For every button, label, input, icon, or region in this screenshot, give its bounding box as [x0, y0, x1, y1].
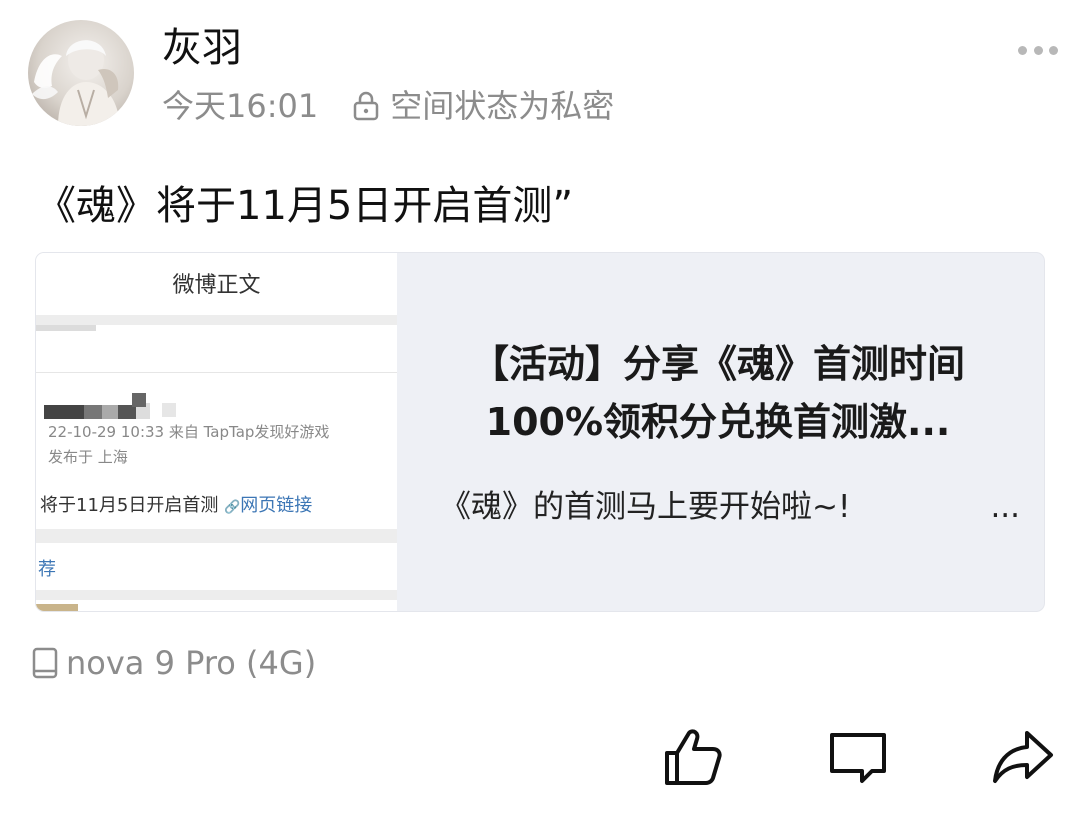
thumbnail-date: 22-10-29 10:33 来自 TapTap发现好游戏 — [48, 423, 330, 441]
pixelated-username — [162, 403, 176, 417]
thumbnail-divider — [36, 590, 397, 600]
card-thumbnail: 微博正文 22-10-29 10:33 来自 TapTap发现好游戏 发布于 上… — [36, 253, 397, 611]
more-dot — [1049, 45, 1058, 55]
thumbnail-body-text: 将于11月5日开启首测 — [40, 495, 219, 516]
pixelated-username — [102, 405, 118, 419]
thumbnail-image — [36, 604, 78, 611]
thumbnail-link-text: 网页链接 — [240, 495, 313, 516]
blurred-text — [36, 325, 96, 331]
comment-icon — [830, 733, 886, 783]
more-icon[interactable] — [1018, 38, 1058, 62]
pixelated-username — [84, 405, 102, 419]
thumbs-up-icon — [665, 729, 722, 785]
avatar-image — [32, 40, 120, 126]
more-dot — [1033, 45, 1043, 55]
post-meta: 今天16:01 空间状态为私密 — [162, 84, 614, 128]
link-icon: 🔗 — [224, 500, 241, 515]
post-text: 《魂》将于11月5日开启首测” — [36, 183, 574, 229]
avatar[interactable] — [28, 20, 134, 126]
thumbnail-link: 🔗网页链接 — [224, 495, 312, 516]
device-name: nova 9 Pro (4G) — [66, 644, 317, 682]
pixelated-username — [118, 405, 136, 419]
lock-icon — [352, 91, 380, 121]
thumbnail-divider — [36, 529, 397, 543]
username[interactable]: 灰羽 — [162, 22, 242, 74]
share-button[interactable] — [988, 722, 1058, 792]
thumbnail-block — [36, 325, 397, 372]
thumbnail-recommend: 荐 — [36, 543, 397, 590]
thumbnail-block — [36, 600, 397, 611]
share-icon — [993, 731, 1053, 783]
post-time: 今天16:01 — [162, 87, 319, 125]
thumbnail-location: 发布于 上海 — [48, 448, 128, 466]
card-description-text: 《魂》的首测马上要开始啦~! — [440, 489, 851, 525]
thumbnail-post: 22-10-29 10:33 来自 TapTap发现好游戏 发布于 上海 将于1… — [36, 373, 397, 529]
phone-icon — [32, 646, 58, 680]
thumbnail-body: 将于11月5日开启首测 🔗网页链接 — [40, 491, 312, 517]
thumbnail-header: 微博正文 — [36, 253, 397, 315]
card-description: 《魂》的首测马上要开始啦~! ... — [440, 485, 1020, 529]
card-description-ellipsis: ... — [990, 489, 1020, 525]
device-info: nova 9 Pro (4G) — [32, 641, 316, 685]
card-title: 【活动】分享《魂》首测时间 100%领积分兑换首测激... — [470, 342, 965, 444]
pixelated-username — [44, 405, 84, 419]
comment-button[interactable] — [823, 722, 893, 792]
link-card[interactable]: 微博正文 22-10-29 10:33 来自 TapTap发现好游戏 发布于 上… — [36, 253, 1044, 611]
like-button[interactable] — [658, 722, 728, 792]
more-dot — [1018, 45, 1027, 55]
thumbnail-divider — [36, 315, 397, 325]
privacy-status: 空间状态为私密 — [390, 87, 615, 125]
pixelated-username — [132, 393, 146, 407]
thumbnail-section-label: 荐 — [38, 559, 56, 580]
